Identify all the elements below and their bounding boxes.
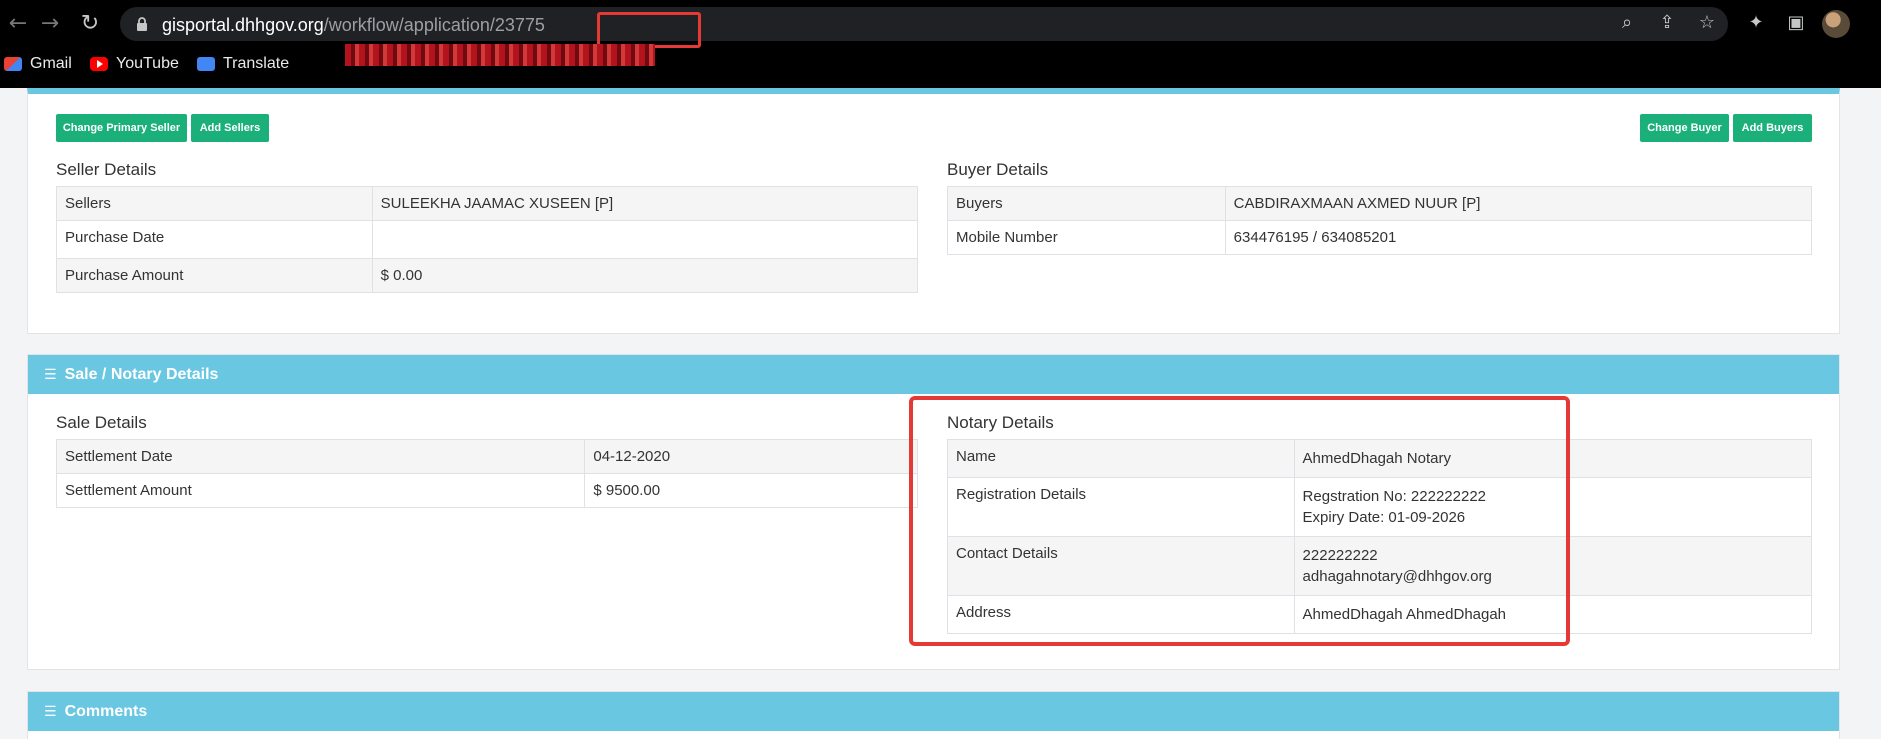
list-icon: ☰	[44, 703, 57, 720]
change-buyer-button[interactable]: Change Buyer	[1640, 114, 1729, 142]
change-primary-seller-button[interactable]: Change Primary Seller	[56, 114, 187, 142]
comments-header: ☰ Comments	[28, 692, 1839, 731]
address-bar[interactable]: gisportal.dhhgov.org/workflow/applicatio…	[120, 7, 1728, 48]
sale-details-title: Sale Details	[56, 413, 147, 432]
reload-icon[interactable]: ↻	[76, 10, 104, 38]
sale-details-table: Settlement Date 04-12-2020 Settlement Am…	[55, 439, 918, 508]
list-icon: ☰	[44, 366, 57, 383]
lock-icon[interactable]	[134, 16, 150, 32]
buyer-details-title: Buyer Details	[947, 160, 1049, 179]
side-panel-icon[interactable]: ▣	[1785, 12, 1807, 34]
bookmark-label: Gmail	[30, 55, 72, 72]
table-row: Purchase Date	[56, 220, 919, 259]
row-value	[371, 220, 919, 259]
forward-icon[interactable]: →	[36, 10, 64, 38]
row-label: Purchase Date	[56, 220, 373, 259]
comments-header-text: Comments	[64, 702, 148, 720]
extensions-icon[interactable]: ✦	[1745, 12, 1767, 34]
bookmark-translate[interactable]: Translate	[197, 52, 289, 76]
bookmark-gmail[interactable]: Gmail	[4, 52, 72, 76]
translate-icon	[197, 57, 215, 71]
row-label: Settlement Date	[55, 439, 586, 474]
row-value: $ 9500.00	[584, 473, 918, 508]
row-label: Settlement Amount	[55, 473, 586, 508]
table-row: Buyers CABDIRAXMAAN AXMED NUUR [P]	[947, 186, 1813, 221]
row-value: $ 0.00	[371, 258, 919, 293]
site-banner-image	[345, 44, 655, 66]
url-host: gisportal.dhhgov.org	[162, 15, 324, 35]
add-sellers-button[interactable]: Add Sellers	[191, 114, 269, 142]
table-row: Sellers SULEEKHA JAAMAC XUSEEN [P]	[56, 186, 919, 221]
row-value: SULEEKHA JAAMAC XUSEEN [P]	[371, 186, 919, 221]
zoom-icon[interactable]: ⌕	[1616, 12, 1638, 34]
row-label: Sellers	[56, 186, 373, 221]
gmail-icon	[4, 57, 22, 71]
browser-chrome: ← → ↻ gisportal.dhhgov.org/workflow/appl…	[0, 0, 1881, 88]
avatar[interactable]	[1822, 10, 1850, 38]
sale-notary-header: ☰ Sale / Notary Details	[28, 355, 1839, 394]
sale-notary-header-text: Sale / Notary Details	[64, 365, 219, 383]
url-highlight-box	[597, 12, 701, 48]
url-path: /workflow/application/23775	[323, 15, 545, 35]
table-row: Purchase Amount $ 0.00	[56, 258, 919, 293]
seller-details-table: Sellers SULEEKHA JAAMAC XUSEEN [P] Purch…	[56, 186, 919, 293]
bookmark-label: Translate	[223, 55, 290, 72]
share-icon[interactable]: ⇪	[1656, 12, 1678, 34]
back-icon[interactable]: ←	[4, 10, 32, 38]
row-value: CABDIRAXMAAN AXMED NUUR [P]	[1224, 186, 1813, 221]
table-row: Settlement Date 04-12-2020	[55, 439, 918, 474]
add-buyers-button[interactable]: Add Buyers	[1733, 114, 1812, 142]
row-label: Buyers	[947, 186, 1226, 221]
table-row: Settlement Amount $ 9500.00	[55, 473, 918, 508]
parties-card: Change Primary Seller Add Sellers Change…	[27, 88, 1840, 334]
buyer-details-table: Buyers CABDIRAXMAAN AXMED NUUR [P] Mobil…	[947, 186, 1813, 255]
url-text[interactable]: gisportal.dhhgov.org/workflow/applicatio…	[162, 15, 545, 36]
row-value: 04-12-2020	[584, 439, 918, 474]
seller-details-title: Seller Details	[56, 160, 157, 179]
row-label: Mobile Number	[947, 220, 1226, 255]
comments-card: ☰ Comments	[27, 691, 1840, 739]
row-label: Purchase Amount	[56, 258, 373, 293]
youtube-icon	[90, 57, 108, 71]
table-row: Mobile Number 634476195 / 634085201	[947, 220, 1813, 255]
row-value: 634476195 / 634085201	[1224, 220, 1813, 255]
star-icon[interactable]: ☆	[1696, 12, 1718, 34]
notary-highlight-box	[909, 396, 1570, 646]
bookmark-youtube[interactable]: YouTube	[90, 52, 179, 76]
bookmark-label: YouTube	[116, 55, 179, 72]
